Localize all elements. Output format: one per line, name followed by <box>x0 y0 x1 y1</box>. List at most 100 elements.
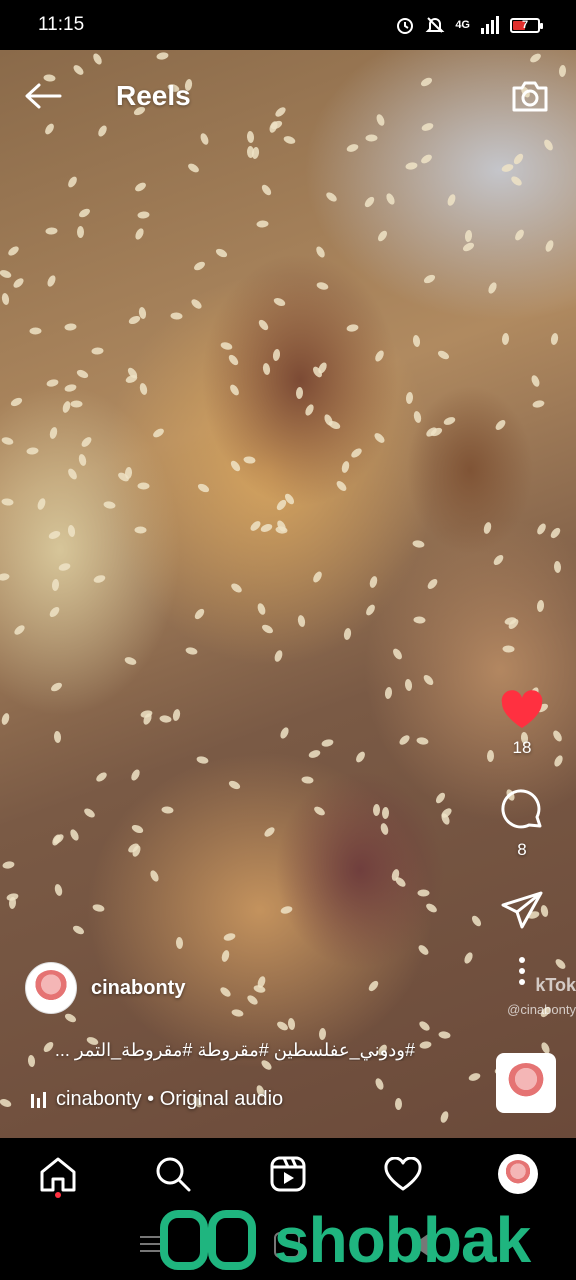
shobbak-logo-icon <box>160 1210 256 1270</box>
sesame-seed <box>219 340 234 351</box>
recents-button[interactable] <box>140 1236 162 1254</box>
nav-search[interactable] <box>143 1144 203 1204</box>
sesame-seed <box>464 230 473 243</box>
sesame-seed <box>47 529 62 541</box>
sesame-seed <box>311 570 324 585</box>
audio-label: cinabonty • Original audio <box>56 1088 284 1110</box>
sesame-seed <box>343 627 352 641</box>
sesame-seed <box>11 276 26 291</box>
sesame-seed <box>227 778 242 791</box>
sesame-seed <box>1 497 15 507</box>
sesame-seed <box>372 803 381 816</box>
sesame-seed <box>412 410 423 425</box>
sesame-seed <box>66 524 76 538</box>
caption[interactable]: #ودوني_عفلسطين #مقروطة #مقروطة_التمر ... <box>25 1040 415 1061</box>
sesame-seed <box>124 373 139 385</box>
more-icon[interactable] <box>517 956 527 986</box>
sesame-seed <box>94 770 109 784</box>
sesame-seed <box>246 145 255 158</box>
battery-level: 7 <box>521 19 529 31</box>
search-icon <box>156 1157 191 1192</box>
heart-icon[interactable] <box>500 690 544 730</box>
sesame-seed <box>279 905 294 916</box>
sesame-seed <box>531 399 545 409</box>
sesame-seed <box>131 823 145 835</box>
sesame-seed <box>422 273 437 286</box>
sesame-seed <box>419 1040 433 1050</box>
sesame-seed <box>51 579 60 592</box>
audio-thumbnail-image <box>506 1063 546 1103</box>
sesame-seed <box>137 211 150 220</box>
sesame-seed <box>134 526 147 534</box>
more-action[interactable] <box>517 956 527 986</box>
tiktok-watermark-handle: @cinabonty <box>507 1002 576 1017</box>
network-label: 4G <box>455 19 470 31</box>
reels-header: Reels <box>0 50 576 142</box>
sesame-seed <box>192 259 207 272</box>
sesame-seed <box>398 733 412 747</box>
sesame-seed <box>53 731 62 744</box>
sesame-seed <box>487 280 499 295</box>
sesame-seed <box>349 446 364 459</box>
like-count: 18 <box>512 738 532 757</box>
comment-icon[interactable] <box>500 788 544 832</box>
reel-actions: 18 8 <box>492 690 552 986</box>
sesame-seed <box>260 622 275 636</box>
sesame-seed <box>77 207 91 220</box>
sesame-seed <box>47 605 61 619</box>
sesame-seed <box>196 482 211 494</box>
comment-action[interactable]: 8 <box>500 788 544 860</box>
sesame-seed <box>57 562 72 573</box>
sesame-seed <box>543 239 555 254</box>
audio-row[interactable]: cinabonty • Original audio <box>30 1088 283 1111</box>
sesame-seed <box>512 228 526 243</box>
sesame-seed <box>256 219 269 228</box>
username[interactable]: cinabonty <box>91 977 185 1000</box>
sesame-seed <box>0 436 15 446</box>
sesame-seed <box>295 386 303 400</box>
sesame-seed <box>8 896 16 910</box>
sesame-seed <box>138 382 149 397</box>
sesame-seed <box>0 268 12 280</box>
sesame-seed <box>220 949 231 963</box>
sesame-seed <box>149 869 161 884</box>
sesame-seed <box>272 296 286 308</box>
page-title: Reels <box>116 80 191 111</box>
sesame-seed <box>70 400 83 408</box>
share-icon[interactable] <box>501 890 543 930</box>
sesame-seed <box>501 332 510 346</box>
sesame-seed <box>461 240 476 253</box>
sesame-seed <box>419 152 434 165</box>
sesame-seed <box>102 500 116 509</box>
sesame-seed <box>92 902 106 913</box>
sesame-seed <box>0 1097 13 1109</box>
sesame-seed <box>368 574 379 589</box>
battery-icon: 7 <box>510 17 543 33</box>
sesame-seed <box>275 525 289 535</box>
author-row[interactable]: cinabonty <box>25 962 185 1014</box>
sesame-seed <box>315 281 330 292</box>
sesame-seed <box>160 805 174 814</box>
nav-home[interactable] <box>28 1144 88 1204</box>
sesame-seed <box>383 686 393 699</box>
nav-reels[interactable] <box>258 1144 318 1204</box>
sesame-seed <box>76 226 84 239</box>
camera-button[interactable] <box>508 74 552 118</box>
like-action[interactable]: 18 <box>500 690 544 758</box>
audio-thumbnail[interactable] <box>496 1053 556 1113</box>
sesame-seed <box>46 377 60 388</box>
nav-profile[interactable] <box>488 1144 548 1204</box>
avatar[interactable] <box>25 962 77 1014</box>
sesame-seed <box>446 192 457 207</box>
sesame-seed <box>91 347 104 355</box>
sesame-seed <box>307 748 322 760</box>
nav-activity[interactable] <box>373 1144 433 1204</box>
sesame-seed <box>439 1109 450 1124</box>
back-button[interactable] <box>24 74 68 118</box>
share-action[interactable] <box>501 890 543 930</box>
sesame-seed <box>80 434 94 449</box>
status-icons: 4G 7 <box>395 15 543 35</box>
sesame-seed <box>184 646 199 657</box>
sesame-seed <box>321 737 335 748</box>
sesame-seed <box>189 297 204 311</box>
